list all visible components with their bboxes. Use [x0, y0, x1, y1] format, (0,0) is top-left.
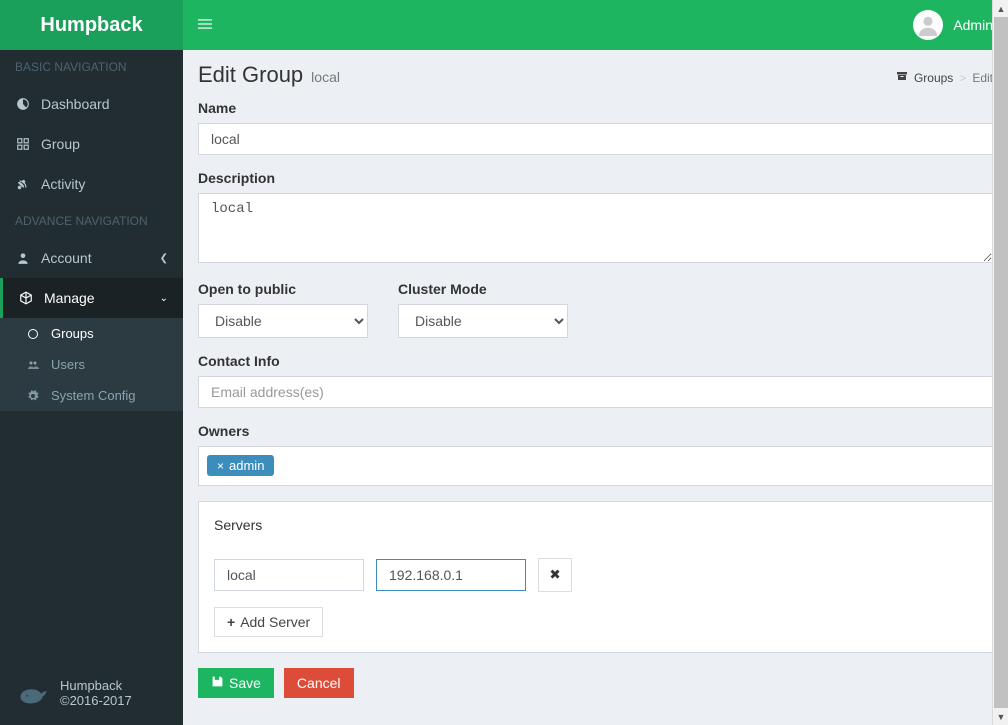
contact-info-input[interactable]: [198, 376, 993, 408]
sidebar-item-group[interactable]: Group: [0, 124, 183, 164]
server-name-input[interactable]: [214, 559, 364, 591]
whale-icon: [15, 675, 50, 710]
manage-submenu: Groups Users System Config: [0, 318, 183, 411]
add-server-label: Add Server: [240, 614, 310, 630]
sidebar-label-account: Account: [41, 250, 92, 266]
description-input[interactable]: [198, 193, 993, 263]
save-button[interactable]: Save: [198, 668, 274, 698]
content: Name Description Open to public Disable …: [183, 100, 1008, 713]
avatar: [913, 10, 943, 40]
group-icon: [15, 137, 31, 151]
chevron-down-icon: ⌄: [160, 293, 168, 304]
users-icon: [25, 359, 41, 371]
sidebar: Humpback BASIC NAVIGATION Dashboard Grou…: [0, 0, 183, 725]
content-header: Edit Group local Groups > Edit: [183, 50, 1008, 100]
name-input[interactable]: [198, 123, 993, 155]
remove-server-button[interactable]: ✖: [538, 558, 572, 592]
server-row: ✖: [214, 558, 977, 592]
scroll-up-icon[interactable]: ▲: [993, 0, 1008, 17]
description-label: Description: [198, 170, 993, 186]
circle-icon: [25, 328, 41, 340]
sidebar-item-manage[interactable]: Manage ⌄: [0, 278, 183, 318]
user-name: Admin: [953, 17, 993, 33]
name-label: Name: [198, 100, 993, 116]
breadcrumb-sep: >: [959, 71, 966, 85]
sidebar-sub-users[interactable]: Users: [0, 349, 183, 380]
servers-panel: Servers ✖ + Add Server: [198, 501, 993, 653]
cube-icon: [18, 291, 34, 305]
sidebar-label-group: Group: [41, 136, 80, 152]
add-server-button[interactable]: + Add Server: [214, 607, 323, 637]
gear-icon: [25, 390, 41, 402]
remove-owner-icon[interactable]: ×: [217, 459, 224, 473]
open-to-public-select[interactable]: Disable: [198, 304, 368, 338]
dashboard-icon: [15, 97, 31, 111]
activity-icon: [15, 177, 31, 191]
servers-label: Servers: [214, 517, 977, 533]
cluster-mode-select[interactable]: Disable: [398, 304, 568, 338]
scroll-thumb[interactable]: [994, 17, 1008, 708]
sidebar-label-manage: Manage: [44, 290, 95, 306]
save-label: Save: [229, 675, 261, 691]
sub-label-users: Users: [51, 357, 85, 372]
page-subtitle: local: [311, 69, 340, 85]
owner-tag-label: admin: [229, 458, 264, 473]
server-ip-input[interactable]: [376, 559, 526, 591]
owner-tag: × admin: [207, 455, 274, 476]
owners-box[interactable]: × admin: [198, 446, 993, 486]
breadcrumb: Groups > Edit: [896, 70, 993, 85]
cancel-label: Cancel: [297, 675, 341, 691]
sidebar-label-dashboard: Dashboard: [41, 96, 110, 112]
save-icon: [211, 675, 224, 691]
sidebar-item-dashboard[interactable]: Dashboard: [0, 84, 183, 124]
open-to-public-label: Open to public: [198, 281, 368, 297]
sidebar-item-activity[interactable]: Activity: [0, 164, 183, 204]
cancel-button[interactable]: Cancel: [284, 668, 354, 698]
plus-icon: +: [227, 614, 235, 630]
cluster-mode-label: Cluster Mode: [398, 281, 568, 297]
breadcrumb-edit: Edit: [972, 71, 993, 85]
owners-label: Owners: [198, 423, 993, 439]
hamburger-icon[interactable]: [198, 17, 212, 34]
sidebar-item-account[interactable]: Account ❮: [0, 238, 183, 278]
footer-copy: ©2016-2017: [60, 693, 132, 708]
scroll-down-icon[interactable]: ▼: [993, 708, 1008, 725]
sub-label-groups: Groups: [51, 326, 94, 341]
chevron-left-icon: ❮: [160, 253, 168, 264]
sidebar-sub-groups[interactable]: Groups: [0, 318, 183, 349]
breadcrumb-groups[interactable]: Groups: [914, 71, 953, 85]
brand-logo[interactable]: Humpback: [0, 0, 183, 50]
sidebar-footer: Humpback ©2016-2017: [0, 660, 183, 725]
sidebar-sub-system-config[interactable]: System Config: [0, 380, 183, 411]
main-area: Admin Edit Group local Groups > Edit Nam…: [183, 0, 1008, 725]
nav-header-advance: ADVANCE NAVIGATION: [0, 204, 183, 238]
page-title: Edit Group: [198, 62, 303, 88]
close-icon: ✖: [549, 567, 560, 583]
user-menu[interactable]: Admin: [913, 10, 993, 40]
nav-header-basic: BASIC NAVIGATION: [0, 50, 183, 84]
sidebar-label-activity: Activity: [41, 176, 85, 192]
archive-icon: [896, 70, 908, 85]
contact-info-label: Contact Info: [198, 353, 993, 369]
topbar: Admin: [183, 0, 1008, 50]
footer-name: Humpback: [60, 678, 132, 693]
sub-label-system-config: System Config: [51, 388, 136, 403]
scrollbar[interactable]: ▲ ▼: [992, 0, 1008, 725]
user-icon: [15, 251, 31, 265]
